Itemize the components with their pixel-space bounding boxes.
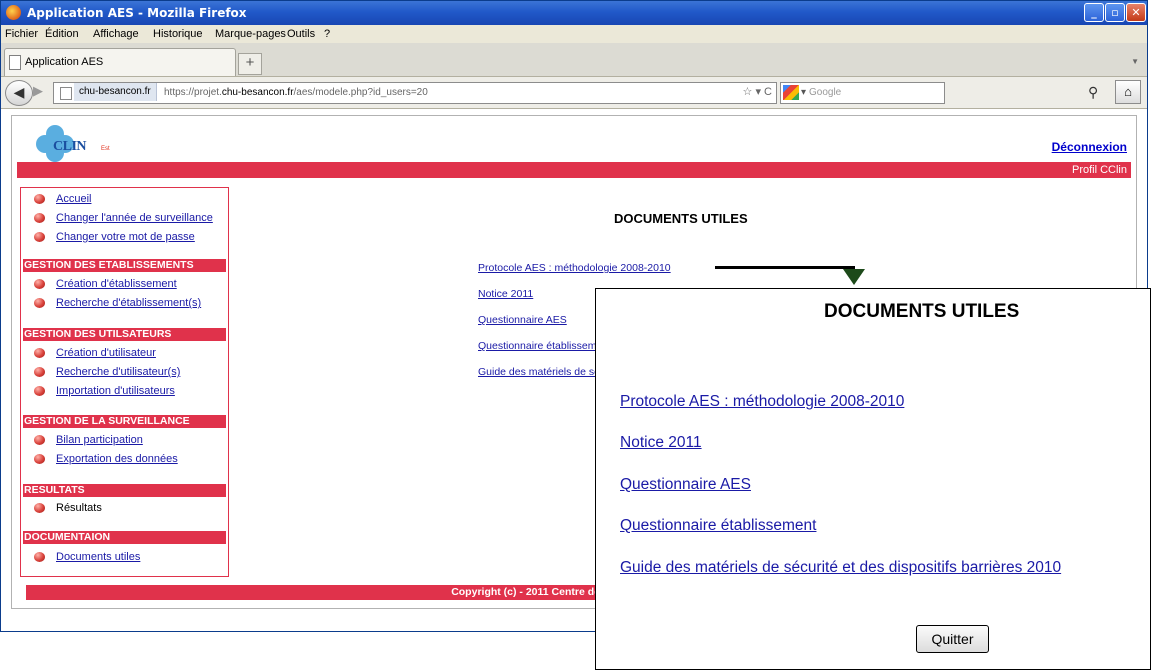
- sidebar-link[interactable]: Importation d'utilisateurs: [56, 385, 175, 397]
- page-icon: [60, 87, 72, 100]
- bullet-icon: [34, 367, 45, 377]
- search-icon[interactable]: ⚲: [1088, 84, 1098, 101]
- bullet-icon: [34, 348, 45, 358]
- bullet-icon: [34, 194, 45, 204]
- menu-help[interactable]: ?: [324, 28, 330, 40]
- logo-text: CLIN: [53, 139, 87, 154]
- sidebar-link[interactable]: Création d'établissement: [56, 278, 177, 290]
- cclin-logo: CLIN Est: [31, 124, 121, 164]
- bullet-icon: [34, 503, 45, 513]
- zoom-link-questionnaire-etablissement[interactable]: Questionnaire établissement: [620, 517, 816, 535]
- tab-bar: Application AES + ▼: [1, 43, 1147, 77]
- window-title: Application AES - Mozilla Firefox: [27, 6, 247, 20]
- tab-application-aes[interactable]: Application AES: [4, 48, 236, 76]
- menu-affichage[interactable]: Affichage: [93, 28, 139, 40]
- zoom-link-questionnaire-aes[interactable]: Questionnaire AES: [620, 476, 751, 494]
- navigation-bar: ◀ ▶ chu-besancon.fr https://projet.chu-b…: [1, 77, 1147, 109]
- dropdown-icon[interactable]: ▾: [801, 87, 806, 98]
- page-icon: [9, 55, 21, 70]
- sidebar-link[interactable]: Changer votre mot de passe: [56, 231, 195, 243]
- sidebar-text[interactable]: Résultats: [56, 502, 102, 514]
- bullet-icon: [34, 386, 45, 396]
- menu-historique[interactable]: Historique: [153, 28, 203, 40]
- url-text: https://projet.chu-besancon.fr/aes/model…: [164, 87, 428, 98]
- bullet-icon: [34, 435, 45, 445]
- page-title: DOCUMENTS UTILES: [614, 211, 748, 226]
- bullet-icon: [34, 279, 45, 289]
- bullet-icon: [34, 213, 45, 223]
- doc-link-questionnaire-aes[interactable]: Questionnaire AES: [478, 314, 567, 326]
- bullet-icon: [34, 232, 45, 242]
- sidebar-link[interactable]: Exportation des données: [56, 453, 178, 465]
- sidebar-link[interactable]: Changer l'année de surveillance: [56, 212, 213, 224]
- sidebar: Accueil Changer l'année de surveillance …: [20, 187, 229, 577]
- callout-arrow-head: [843, 269, 865, 285]
- bullet-icon: [34, 552, 45, 562]
- maximize-button[interactable]: ▫: [1105, 3, 1125, 22]
- title-bar: Application AES - Mozilla Firefox _ ▫ ✕: [1, 1, 1147, 25]
- close-button[interactable]: ✕: [1126, 3, 1146, 22]
- forward-button[interactable]: ▶: [33, 83, 43, 99]
- doc-link-protocole[interactable]: Protocole AES : méthodologie 2008-2010: [478, 262, 671, 274]
- menu-fichier[interactable]: Fichier: [5, 28, 38, 40]
- menu-edition[interactable]: Édition: [45, 28, 79, 40]
- new-tab-button[interactable]: +: [238, 53, 262, 75]
- logout-link[interactable]: Déconnexion: [1052, 140, 1127, 154]
- zoom-title: DOCUMENTS UTILES: [824, 301, 1020, 322]
- menu-bar: Fichier Édition Affichage Historique Mar…: [1, 25, 1147, 43]
- zoom-link-guide[interactable]: Guide des matériels de sécurité et des d…: [620, 559, 1061, 577]
- zoom-link-notice[interactable]: Notice 2011: [620, 434, 702, 452]
- tab-label: Application AES: [25, 56, 104, 68]
- section-documentation: DOCUMENTAION: [23, 531, 226, 544]
- url-bar[interactable]: chu-besancon.fr https://projet.chu-besan…: [53, 82, 777, 104]
- profile-label: Profil CClin: [1071, 164, 1127, 176]
- sidebar-link[interactable]: Bilan participation: [56, 434, 143, 446]
- search-placeholder: Google: [809, 87, 842, 98]
- zoomed-documents-panel: DOCUMENTS UTILES Protocole AES : méthodo…: [595, 288, 1151, 670]
- section-gestion-utilisateurs: GESTION DES UTILSATEURS: [23, 328, 226, 341]
- profile-bar: Profil CClin: [17, 162, 1131, 178]
- sidebar-link[interactable]: Création d'utilisateur: [56, 347, 156, 359]
- sidebar-link[interactable]: Recherche d'utilisateur(s): [56, 366, 180, 378]
- reload-icon: C: [764, 86, 772, 98]
- sidebar-link[interactable]: Accueil: [56, 193, 91, 205]
- bullet-icon: [34, 454, 45, 464]
- doc-link-notice[interactable]: Notice 2011: [478, 288, 533, 300]
- menu-outils[interactable]: Outils: [287, 28, 315, 40]
- quit-button[interactable]: Quitter: [916, 625, 989, 653]
- section-resultats: RESULTATS: [23, 484, 226, 497]
- site-identity[interactable]: chu-besancon.fr: [74, 83, 157, 101]
- logo-subtext: Est: [101, 146, 110, 152]
- section-gestion-etablissements: GESTION DES ETABLISSEMENTS: [23, 259, 226, 272]
- menu-marque-pages[interactable]: Marque-pages: [215, 28, 286, 40]
- sidebar-link[interactable]: Documents utiles: [56, 551, 140, 563]
- sidebar-link[interactable]: Recherche d'établissement(s): [56, 297, 201, 309]
- doc-link-questionnaire-etablissement[interactable]: Questionnaire établisseme: [478, 340, 602, 352]
- minimize-button[interactable]: _: [1084, 3, 1104, 22]
- callout-arrow-line: [715, 266, 855, 269]
- doc-link-guide[interactable]: Guide des matériels de séc: [478, 366, 605, 378]
- bookmark-star-icon[interactable]: ☆ ▾ C: [743, 85, 772, 98]
- section-gestion-surveillance: GESTION DE LA SURVEILLANCE: [23, 415, 226, 428]
- search-box[interactable]: ▾ Google: [780, 82, 945, 104]
- zoom-link-protocole[interactable]: Protocole AES : méthodologie 2008-2010: [620, 393, 904, 411]
- back-button[interactable]: ◀: [5, 80, 33, 106]
- tab-list-chevron-icon[interactable]: ▼: [1131, 57, 1139, 66]
- bullet-icon: [34, 298, 45, 308]
- google-icon: [783, 85, 799, 100]
- firefox-icon: [6, 5, 21, 20]
- home-button[interactable]: ⌂: [1115, 80, 1141, 104]
